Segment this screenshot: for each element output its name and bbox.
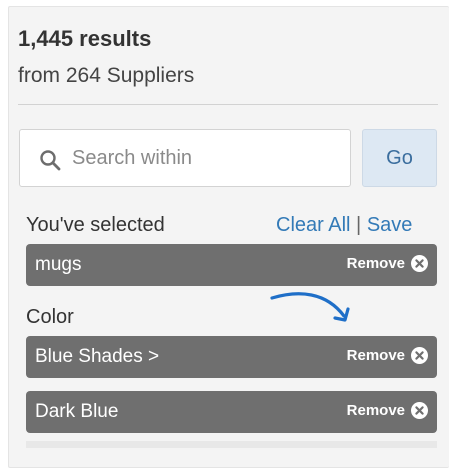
close-circle-icon[interactable] [411, 347, 428, 364]
selected-filter-chip-mugs: mugs Remove [26, 244, 437, 286]
selection-actions: Clear All | Save [276, 214, 412, 237]
go-button[interactable]: Go [362, 129, 437, 187]
remove-button[interactable]: Remove [347, 347, 428, 364]
supplier-count: from 264 Suppliers [18, 64, 195, 87]
divider [18, 104, 438, 105]
results-count: 1,445 results [18, 26, 152, 51]
next-chip-edge [26, 441, 437, 448]
color-filter-chip-dark-blue: Dark Blue Remove [26, 391, 437, 433]
link-separator: | [356, 214, 362, 236]
remove-button[interactable]: Remove [347, 402, 428, 419]
color-filter-chip-blue-shades: Blue Shades > Remove [26, 336, 437, 378]
color-heading: Color [26, 306, 74, 328]
search-icon [40, 150, 61, 171]
chip-label: Blue Shades > [35, 346, 160, 367]
selected-heading: You've selected [26, 214, 165, 236]
remove-label: Remove [346, 347, 405, 364]
remove-label: Remove [346, 255, 405, 272]
curved-arrow-icon [270, 292, 350, 322]
search-input[interactable] [72, 138, 342, 178]
save-link[interactable]: Save [367, 214, 413, 236]
chip-label: Dark Blue [35, 401, 119, 422]
remove-button[interactable]: Remove [347, 255, 428, 272]
close-circle-icon[interactable] [411, 255, 428, 272]
clear-all-link[interactable]: Clear All [276, 214, 350, 236]
remove-label: Remove [346, 402, 405, 419]
close-circle-icon[interactable] [411, 402, 428, 419]
chip-label: mugs [35, 254, 82, 275]
search-box[interactable] [19, 129, 351, 187]
